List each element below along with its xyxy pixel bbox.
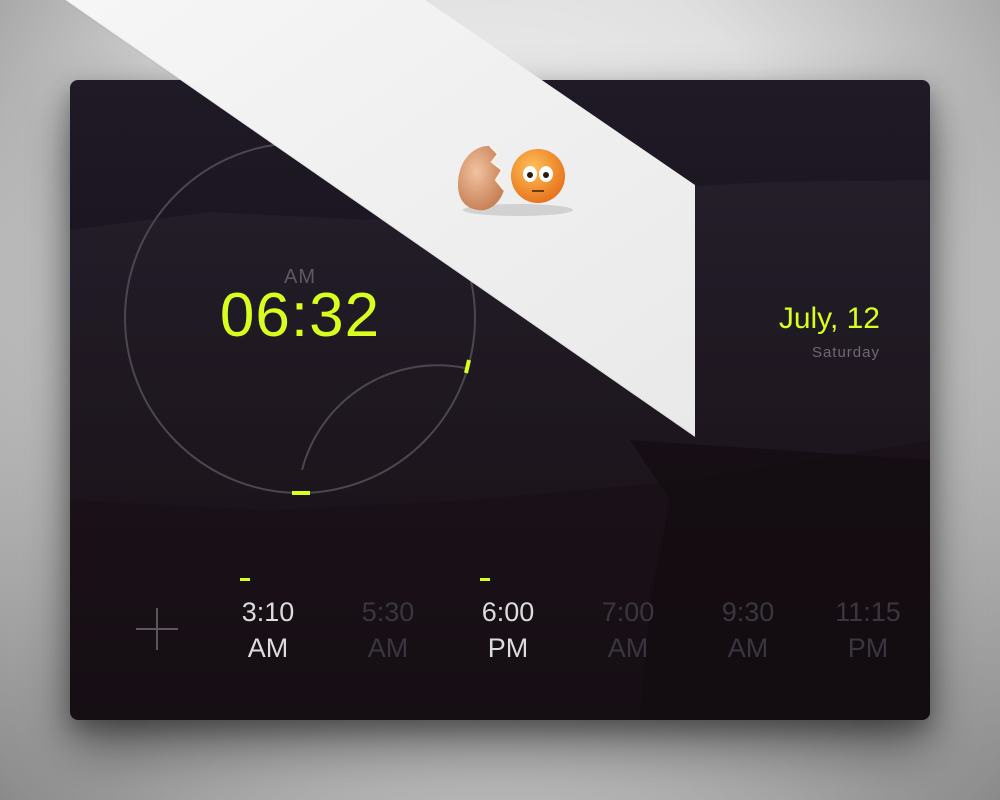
alarm-time: 9:30 <box>721 597 775 627</box>
alarm-time: 5:30 <box>361 597 415 627</box>
alarm-time: 3:10 <box>241 597 295 627</box>
alarm-item[interactable]: 6:00 PM <box>460 570 556 666</box>
alarm-time: 7:00 <box>601 597 655 627</box>
current-date: July, 12 <box>778 302 880 335</box>
alarm-active-marker <box>240 578 250 581</box>
alarm-item[interactable]: 11:15 PM <box>820 570 916 666</box>
alarm-period: PM <box>847 633 889 663</box>
alarm-item[interactable]: 3:10 AM <box>220 570 316 666</box>
alarm-period: AM <box>247 633 289 663</box>
alarm-period: AM <box>727 633 769 663</box>
alarm-time: 11:15 <box>835 597 901 627</box>
alarm-active-marker <box>480 578 490 581</box>
alarm-list: 3:10 AM 5:30 AM 6:00 PM 7:00 AM 9:30 AM … <box>220 570 920 670</box>
current-weekday: Saturday <box>811 344 880 361</box>
alarm-item[interactable]: 5:30 AM <box>340 570 436 666</box>
alarm-item[interactable]: 7:00 AM <box>580 570 676 666</box>
alarm-period: AM <box>367 633 409 663</box>
alarm-period: AM <box>607 633 649 663</box>
alarm-item[interactable]: 9:30 AM <box>700 570 796 666</box>
add-alarm-button[interactable] <box>136 608 178 650</box>
cracked-egg-emoji-icon <box>458 145 573 216</box>
current-time: 06:32 <box>219 281 381 350</box>
alarm-time: 6:00 <box>481 597 535 627</box>
alarm-period: PM <box>487 633 529 663</box>
